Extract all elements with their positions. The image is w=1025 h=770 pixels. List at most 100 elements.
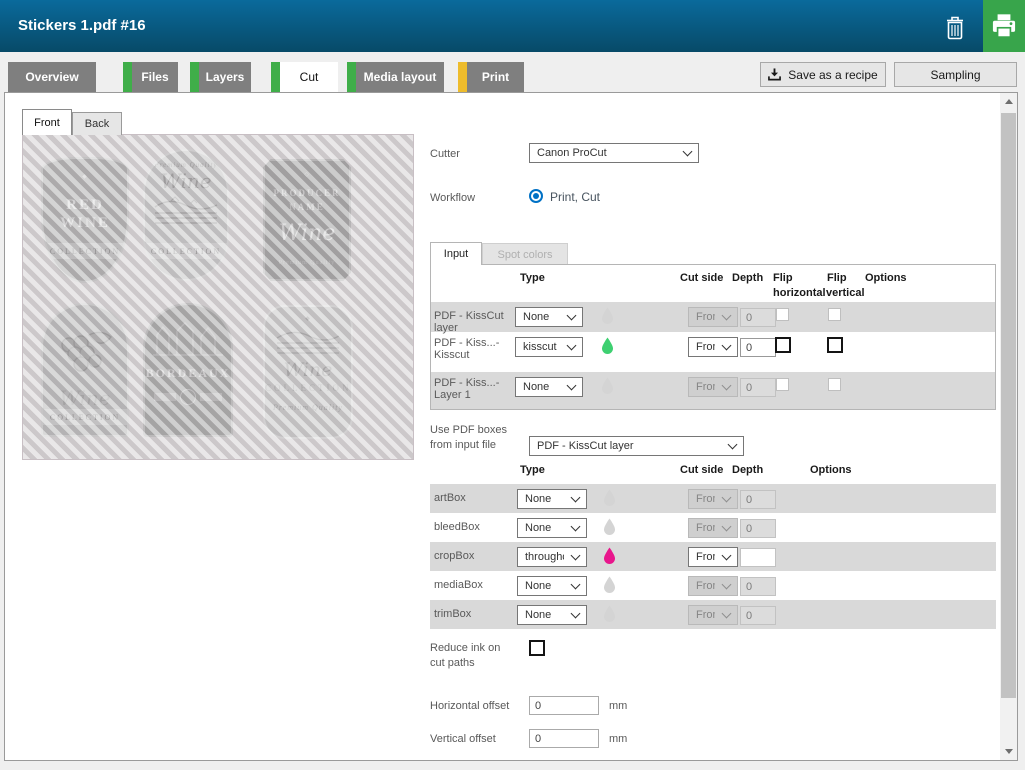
type-select[interactable]: None <box>517 518 587 538</box>
row-label: mediaBox <box>434 579 483 591</box>
depth-input <box>740 378 776 397</box>
flip-horizontal-checkbox[interactable] <box>775 337 791 353</box>
cut-side-value: Front <box>696 341 715 353</box>
col-header-flip-horizontal: Flip <box>773 272 793 284</box>
cut-side-select[interactable]: Front <box>688 547 738 567</box>
use-pdf-boxes-select[interactable]: PDF - KissCut layer <box>529 436 744 456</box>
cut-side-value: Front <box>696 381 715 393</box>
cut-side-select: Front <box>688 518 738 538</box>
wine-label-collection-round: ◆ Wine COLLECTION Premium Quality <box>263 305 353 439</box>
tab-overview[interactable]: Overview <box>8 62 96 92</box>
grapes-sketch <box>49 327 121 379</box>
type-select[interactable]: None <box>517 576 587 596</box>
col-header-cut-side: Cut side <box>680 272 723 284</box>
depth-input[interactable] <box>740 548 776 567</box>
workflow-radio-print-cut[interactable] <box>529 189 543 203</box>
type-select[interactable]: None <box>515 307 583 327</box>
reduce-ink-checkbox[interactable] <box>529 640 545 656</box>
vineyard-sketch <box>273 326 343 356</box>
chevron-down-icon <box>571 522 581 532</box>
depth-input <box>740 577 776 596</box>
type-select-value: None <box>525 609 564 621</box>
chevron-down-icon <box>728 440 738 450</box>
cut-side-value: Front <box>696 551 715 563</box>
vineyard-sketch <box>151 195 221 229</box>
scrollbar-down-arrow[interactable] <box>1000 743 1017 760</box>
type-select[interactable]: None <box>515 377 583 397</box>
print-button[interactable] <box>983 0 1025 52</box>
preview-tab-front[interactable]: Front <box>22 109 72 135</box>
delete-button[interactable] <box>938 11 972 43</box>
tab-cut[interactable]: Cut <box>271 62 338 92</box>
label-script: Wine <box>43 386 127 410</box>
tab-input[interactable]: Input <box>430 242 482 265</box>
col-header-depth: Depth <box>732 272 763 284</box>
sampling-button[interactable]: Sampling <box>894 62 1017 87</box>
row-label: trimBox <box>434 608 471 620</box>
cut-side-value: Front <box>696 311 715 323</box>
chevron-down-icon <box>571 609 581 619</box>
color-droplet-icon <box>603 605 616 622</box>
use-pdf-boxes-label-1: Use PDF boxes <box>430 424 507 436</box>
cutter-select[interactable]: Canon ProCut <box>529 143 699 163</box>
workflow-label: Workflow <box>430 192 475 204</box>
type-select[interactable]: None <box>517 605 587 625</box>
cut-side-select: Front <box>688 489 738 509</box>
scrollbar-up-arrow[interactable] <box>1000 93 1017 110</box>
depth-input <box>740 490 776 509</box>
label-band: COLLECTION <box>265 383 351 393</box>
col-header-type: Type <box>520 272 545 284</box>
document-title: Stickers 1.pdf #16 <box>18 17 146 34</box>
color-droplet-icon <box>601 377 614 394</box>
tab-print[interactable]: Print <box>458 62 524 92</box>
preview-tab-back[interactable]: Back <box>72 112 122 135</box>
col-header-type: Type <box>520 464 545 476</box>
cut-side-select[interactable]: Front <box>688 337 738 357</box>
col-header-flip-vertical-2: vertical <box>826 287 865 299</box>
flip-vertical-checkbox <box>828 378 841 391</box>
type-select-value: None <box>525 580 564 592</box>
chevron-down-icon <box>571 580 581 590</box>
label-top-text: Premium Quality <box>145 161 227 169</box>
tab-cut-status-indicator <box>271 62 280 92</box>
horizontal-offset-input[interactable] <box>529 696 599 715</box>
arrow-up-icon <box>1005 99 1013 104</box>
reduce-ink-label-2: cut paths <box>430 657 475 669</box>
chevron-down-icon <box>722 580 732 590</box>
type-select[interactable]: throughcut <box>517 547 587 567</box>
chevron-down-icon <box>722 381 732 391</box>
vertical-offset-input[interactable] <box>529 729 599 748</box>
tab-print-status-indicator <box>458 62 467 92</box>
cut-side-select: Front <box>688 605 738 625</box>
horizontal-offset-label: Horizontal offset <box>430 700 509 712</box>
tab-spot-colors: Spot colors <box>482 243 568 265</box>
flip-horizontal-checkbox <box>776 378 789 391</box>
tab-layers[interactable]: Layers <box>190 62 251 92</box>
type-select[interactable]: None <box>517 489 587 509</box>
color-droplet-icon <box>601 337 614 354</box>
tab-media-layout[interactable]: Media layout <box>347 62 444 92</box>
tab-cut-label: Cut <box>280 62 338 92</box>
type-select-value: throughcut <box>525 551 564 563</box>
depth-input[interactable] <box>740 338 776 357</box>
tab-files-status-indicator <box>123 62 132 92</box>
vertical-scrollbar[interactable] <box>1000 93 1017 760</box>
flip-vertical-checkbox[interactable] <box>827 337 843 353</box>
color-droplet-icon <box>601 307 614 324</box>
use-pdf-boxes-label-2: from input file <box>430 439 496 451</box>
type-select-value: None <box>523 381 560 393</box>
chevron-down-icon <box>722 522 732 532</box>
label-band: COLLECTION <box>145 243 227 259</box>
tab-files[interactable]: Files <box>123 62 178 92</box>
wine-label-collection-oval: Premium Quality Wine COLLECTION <box>143 149 229 281</box>
save-as-recipe-button[interactable]: Save as a recipe <box>760 62 886 87</box>
tab-media-layout-label: Media layout <box>356 62 444 92</box>
scrollbar-thumb[interactable] <box>1001 113 1016 698</box>
type-select[interactable]: kisscut <box>515 337 583 357</box>
trash-icon <box>944 14 966 41</box>
type-select-value: kisscut <box>523 341 560 353</box>
cutter-select-value: Canon ProCut <box>537 147 676 159</box>
tab-spot-colors-label: Spot colors <box>497 249 552 261</box>
cutter-label: Cutter <box>430 148 460 160</box>
printer-icon <box>990 12 1018 40</box>
